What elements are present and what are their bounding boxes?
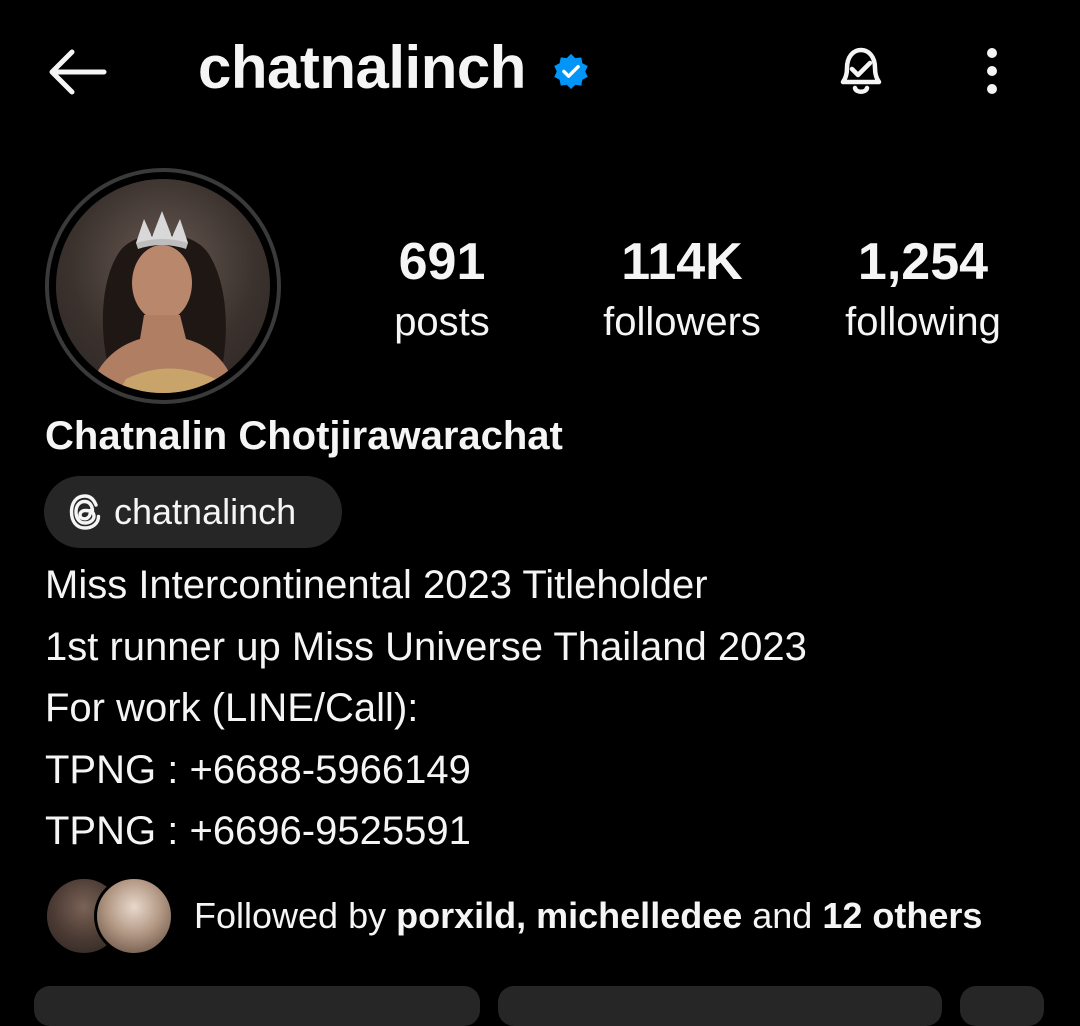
bio-line: TPNG : +6696-9525591 (45, 809, 471, 853)
bio-line: TPNG : +6688-5966149 (45, 747, 471, 792)
more-options-button[interactable] (970, 44, 1014, 98)
profile-bio: Miss Intercontinental 2023 Titleholder 1… (45, 555, 807, 863)
mutual-user-2[interactable]: michelledee (536, 895, 742, 936)
avatar (94, 876, 174, 956)
mutual-others-count[interactable]: 12 others (822, 895, 982, 936)
stat-followers[interactable]: 114K followers (572, 232, 792, 348)
posts-count: 691 (398, 233, 486, 291)
profile-full-name: Chatnalin Chotjirawarachat (45, 414, 563, 458)
verified-badge-icon (552, 52, 590, 90)
arrow-left-icon (49, 49, 107, 95)
followed-by-and: and (742, 895, 823, 936)
notifications-button[interactable] (826, 40, 896, 102)
bio-line: Miss Intercontinental 2023 Titleholder (45, 563, 708, 607)
mutual-user-1[interactable]: porxild (396, 895, 516, 936)
mutual-followers-avatars[interactable] (44, 876, 174, 956)
profile-username: chatnalinch (198, 34, 526, 101)
following-label: following (845, 300, 1001, 344)
threads-icon (69, 494, 101, 530)
profile-avatar[interactable] (45, 168, 281, 404)
suggested-button[interactable] (960, 986, 1044, 1026)
more-vertical-icon (987, 48, 997, 94)
threads-handle: chatnalinch (114, 491, 297, 532)
back-button[interactable] (44, 44, 110, 100)
stat-following[interactable]: 1,254 following (813, 232, 1033, 348)
follow-button[interactable] (34, 986, 480, 1026)
stat-posts[interactable]: 691 posts (332, 232, 552, 348)
followed-by-text[interactable]: Followed by porxild, michelledee and 12 … (194, 890, 982, 942)
avatar-image (56, 179, 270, 393)
posts-label: posts (394, 300, 490, 344)
followed-by-prefix: Followed by (194, 895, 397, 936)
bio-line: For work (LINE/Call): (45, 686, 419, 730)
bell-check-icon (840, 47, 882, 94)
following-count: 1,254 (857, 233, 989, 291)
separator: , (516, 895, 537, 936)
followers-count: 114K (621, 233, 743, 291)
followers-label: followers (603, 300, 761, 344)
bio-line: 1st runner up Miss Universe Thailand 202… (45, 624, 807, 669)
message-button[interactable] (498, 986, 942, 1026)
threads-link-button[interactable]: chatnalinch (44, 476, 342, 548)
